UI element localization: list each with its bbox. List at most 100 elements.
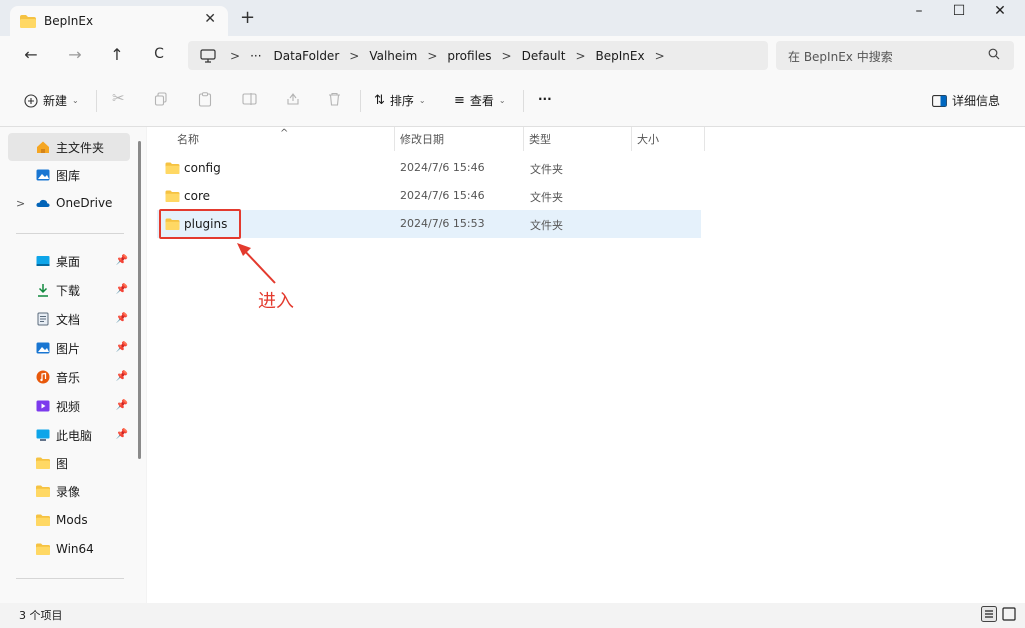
column-header-size[interactable]: 大小: [637, 127, 659, 151]
arrow-icon: [237, 243, 276, 284]
sort-ascending-icon: ^: [280, 127, 289, 139]
pin-icon: 📌: [115, 429, 128, 440]
folder-icon: [36, 514, 50, 526]
folder-icon: [36, 485, 50, 497]
sidebar-item-documents[interactable]: 文档 📌: [36, 305, 132, 333]
file-explorer-window: BepInEx ✕ + – ☐ ✕ ← → ↑ C > ··· DataFold…: [0, 0, 1025, 628]
sidebar-item-label: 此电脑: [56, 428, 93, 443]
sidebar-item-folder-luxiang[interactable]: 录像: [36, 477, 132, 505]
view-icon: ≡: [454, 93, 465, 108]
cut-icon[interactable]: ✂: [112, 89, 125, 107]
paste-icon[interactable]: [198, 92, 212, 107]
file-type: 文件夹: [530, 191, 563, 204]
desktop-icon: [36, 256, 50, 266]
chevron-right-icon: >: [16, 196, 26, 210]
sidebar-item-onedrive[interactable]: > OneDrive: [16, 189, 136, 217]
column-header-name[interactable]: 名称: [177, 127, 199, 151]
details-label: 详细信息: [952, 94, 1001, 108]
pin-icon: 📌: [115, 313, 128, 324]
sidebar-item-label: 音乐: [56, 370, 81, 385]
close-window-button[interactable]: ✕: [985, 3, 1015, 19]
details-pane-icon: [932, 94, 947, 107]
back-button[interactable]: ←: [20, 45, 42, 64]
sort-icon: ⇅: [374, 93, 385, 108]
folder-icon: [165, 190, 180, 202]
tab-bepinex[interactable]: BepInEx ✕: [10, 6, 228, 36]
breadcrumb-default[interactable]: Default: [518, 49, 570, 63]
sidebar-item-videos[interactable]: 视频 📌: [36, 392, 132, 420]
item-count: 3 个项目: [19, 609, 63, 622]
view-label: 查看: [469, 94, 494, 108]
breadcrumb-profiles[interactable]: profiles: [443, 49, 495, 63]
minimize-button[interactable]: –: [904, 3, 934, 19]
sort-button[interactable]: ⇅ 排序 ⌄: [374, 92, 426, 109]
sidebar-item-home[interactable]: 主文件夹: [8, 133, 130, 161]
folder-icon: [165, 162, 180, 174]
sidebar-item-label: Mods: [56, 513, 88, 527]
breadcrumb-valheim[interactable]: Valheim: [365, 49, 421, 63]
chevron-down-icon: ⌄: [418, 96, 426, 105]
highlight-box: [159, 209, 241, 239]
large-icons-view-icon[interactable]: [1001, 606, 1017, 622]
folder-icon: [36, 457, 50, 469]
sidebar-item-gallery[interactable]: 图库: [36, 161, 152, 189]
breadcrumb-bepinex[interactable]: BepInEx: [592, 49, 649, 63]
rename-icon[interactable]: [242, 92, 257, 106]
sidebar-item-label: 文档: [56, 312, 81, 327]
sidebar-item-label: 图片: [56, 341, 81, 356]
pin-icon: 📌: [115, 284, 128, 295]
column-header-date[interactable]: 修改日期: [400, 127, 444, 151]
maximize-button[interactable]: ☐: [944, 3, 974, 19]
sidebar-item-label: Win64: [56, 542, 94, 556]
sidebar-item-music[interactable]: 音乐 📌: [36, 363, 132, 391]
new-button[interactable]: 新建 ⌄: [24, 92, 79, 109]
address-bar[interactable]: > ··· DataFolder > Valheim > profiles > …: [188, 41, 768, 70]
more-options-button[interactable]: ···: [538, 92, 552, 106]
file-name: config: [184, 161, 221, 175]
file-name: core: [184, 189, 210, 203]
sidebar-item-pictures[interactable]: 图片 📌: [36, 334, 132, 362]
computer-icon: [200, 48, 216, 63]
pin-icon: 📌: [115, 371, 128, 382]
pin-icon: 📌: [115, 342, 128, 353]
file-type: 文件夹: [530, 219, 563, 232]
navigation-bar: ← → ↑ C > ··· DataFolder > Valheim > pro…: [0, 36, 1025, 76]
view-button[interactable]: ≡ 查看 ⌄: [454, 92, 506, 109]
sidebar-item-folder-mods[interactable]: Mods: [36, 506, 132, 534]
copy-icon[interactable]: [154, 92, 168, 106]
plus-circle-icon: [24, 93, 38, 108]
table-row[interactable]: core 2024/7/6 15:46 文件夹: [157, 182, 701, 210]
file-list: 名称 ^ 修改日期 类型 大小 config 2024/7/6 15:46 文件…: [147, 127, 1025, 603]
search-input[interactable]: 在 BepInEx 中搜索: [776, 41, 1014, 70]
new-tab-button[interactable]: +: [240, 7, 255, 28]
table-row[interactable]: config 2024/7/6 15:46 文件夹: [157, 154, 701, 182]
sidebar-item-downloads[interactable]: 下载 📌: [36, 276, 132, 304]
tab-close-button[interactable]: ✕: [204, 11, 216, 27]
sidebar-item-folder-win64[interactable]: Win64: [36, 535, 132, 563]
title-bar: BepInEx ✕ + – ☐ ✕: [0, 0, 1025, 36]
column-header-type[interactable]: 类型: [529, 127, 551, 151]
up-button[interactable]: ↑: [106, 45, 128, 64]
search-placeholder: 在 BepInEx 中搜索: [788, 50, 893, 64]
forward-button[interactable]: →: [64, 45, 86, 64]
folder-icon: [36, 543, 50, 555]
details-view-icon[interactable]: [981, 606, 997, 622]
sidebar-item-folder-tu[interactable]: 图: [36, 449, 132, 477]
share-icon[interactable]: [286, 92, 300, 106]
folder-icon: [20, 15, 36, 28]
refresh-button[interactable]: C: [148, 46, 170, 62]
breadcrumb-more[interactable]: ···: [246, 49, 265, 63]
sidebar-item-label: 图: [56, 456, 69, 471]
delete-icon[interactable]: [328, 92, 341, 106]
sidebar-item-desktop[interactable]: 桌面 📌: [36, 247, 132, 275]
status-bar: 3 个项目: [0, 603, 1025, 628]
cloud-icon: [36, 199, 50, 207]
details-pane-button[interactable]: 详细信息: [932, 92, 1000, 109]
sidebar-item-label: 图库: [56, 168, 81, 183]
sidebar-item-this-pc[interactable]: 此电脑 📌: [36, 421, 132, 449]
breadcrumb-datafolder[interactable]: DataFolder: [266, 49, 344, 63]
video-icon: [36, 400, 50, 412]
sidebar-scrollbar[interactable]: [138, 141, 141, 459]
sidebar-item-label: 下载: [56, 283, 81, 298]
sidebar-item-label: 视频: [56, 399, 81, 414]
